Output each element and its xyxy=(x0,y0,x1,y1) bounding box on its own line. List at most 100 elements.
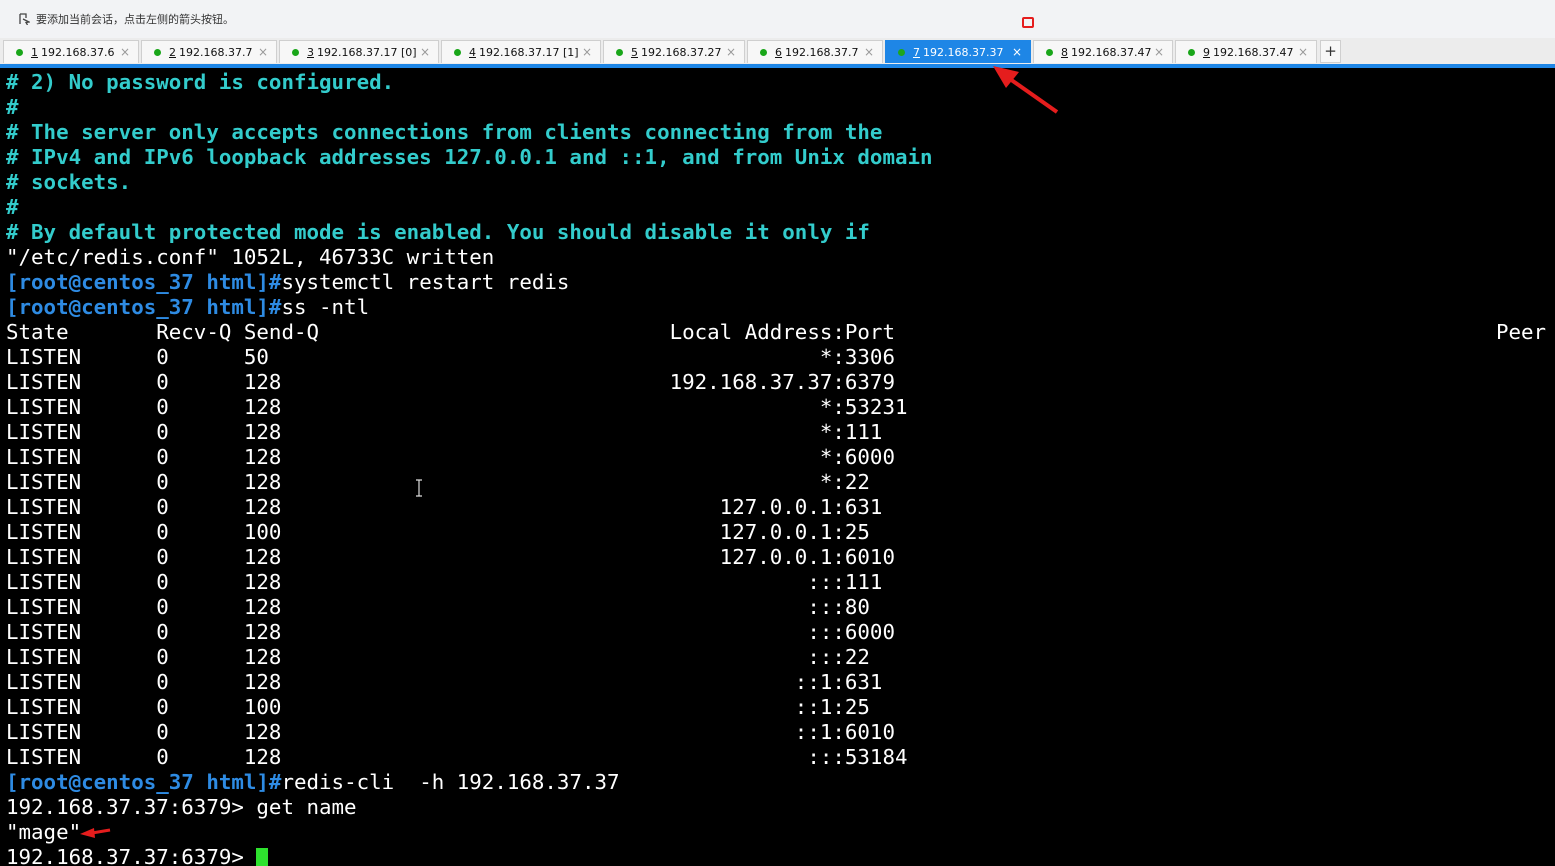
add-session-arrow-icon[interactable] xyxy=(18,13,30,25)
terminal-line: LISTEN 0 128 ::1:6010 xyxy=(6,720,1555,745)
terminal-text: "/etc/redis.conf" 1052L, 46733C written xyxy=(6,245,495,269)
terminal-line: LISTEN 0 128 *:22 xyxy=(6,470,1555,495)
terminal-output[interactable]: # 2) No password is configured. # # The se… xyxy=(6,70,1555,866)
terminal-line: LISTEN 0 100 ::1:25 xyxy=(6,695,1555,720)
terminal-text: LISTEN 0 128 :::22 xyxy=(6,645,870,669)
shell-prompt: [root@centos_37 html]# xyxy=(6,295,282,319)
close-tab-icon[interactable]: × xyxy=(1154,45,1164,59)
tab-host-label: 192.168.37.6 xyxy=(41,45,115,59)
terminal-line: LISTEN 0 128 *:6000 xyxy=(6,445,1555,470)
terminal-line: LISTEN 0 128 ::1:631 xyxy=(6,670,1555,695)
terminal-text: # 2) No password is configured. xyxy=(6,70,395,94)
close-tab-icon[interactable]: × xyxy=(1298,45,1308,59)
terminal-text: LISTEN 0 128 :::53184 xyxy=(6,745,908,769)
close-tab-icon[interactable]: × xyxy=(726,45,736,59)
terminal-text: LISTEN 0 128 :::111 xyxy=(6,570,883,594)
tab-host-label: 192.168.37.17 [0] xyxy=(317,45,417,59)
session-hint: 要添加当前会话，点击左侧的箭头按钮。 xyxy=(18,11,234,27)
connection-status-icon xyxy=(616,48,623,56)
terminal-line: [root@centos_37 html]#redis-cli -h 192.1… xyxy=(6,770,1555,795)
terminal-text: LISTEN 0 128 *:6000 xyxy=(6,445,895,469)
tab-host-label: 192.168.37.27 xyxy=(641,45,722,59)
terminal-line: LISTEN 0 128 :::53184 xyxy=(6,745,1555,770)
shell-command: redis-cli -h 192.168.37.37 xyxy=(281,770,620,794)
terminal-line: # 2) No password is configured. xyxy=(6,70,1555,95)
top-toolbar: 要添加当前会话，点击左侧的箭头按钮。 xyxy=(0,0,1555,39)
session-tab-4[interactable]: 4 192.168.37.17 [1] × xyxy=(441,40,601,63)
connection-status-icon xyxy=(16,48,23,56)
connection-status-icon xyxy=(292,48,299,56)
session-tab-9[interactable]: 9 192.168.37.47 × xyxy=(1175,40,1317,63)
terminal-text: # IPv4 and IPv6 loopback addresses 127.0… xyxy=(6,145,933,169)
terminal-line: "/etc/redis.conf" 1052L, 46733C written xyxy=(6,245,1555,270)
terminal-text: LISTEN 0 128 ::1:6010 xyxy=(6,720,895,744)
terminal-line: State Recv-Q Send-Q Local Address:Port P… xyxy=(6,320,1555,345)
close-tab-icon[interactable]: × xyxy=(120,45,130,59)
annotation-box-marker xyxy=(1022,17,1034,28)
close-tab-icon[interactable]: × xyxy=(582,45,592,59)
terminal-line: LISTEN 0 128 127.0.0.1:6010 xyxy=(6,545,1555,570)
connection-status-icon xyxy=(760,48,767,56)
shell-prompt: [root@centos_37 html]# xyxy=(6,270,282,294)
terminal-line: LISTEN 0 128 *:53231 xyxy=(6,395,1555,420)
tab-host-label: 192.168.37.17 [1] xyxy=(479,45,579,59)
terminal-line: LISTEN 0 128 :::22 xyxy=(6,645,1555,670)
tab-number: 1 xyxy=(31,45,38,59)
terminal-text: # By default protected mode is enabled. … xyxy=(6,220,870,244)
terminal-line: [root@centos_37 html]#systemctl restart … xyxy=(6,270,1555,295)
terminal-line: LISTEN 0 128 :::111 xyxy=(6,570,1555,595)
terminal-line: # sockets. xyxy=(6,170,1555,195)
session-hint-text: 要添加当前会话，点击左侧的箭头按钮。 xyxy=(36,13,234,26)
terminal-text: LISTEN 0 128 127.0.0.1:6010 xyxy=(6,545,895,569)
close-tab-icon[interactable]: × xyxy=(1012,45,1022,59)
terminal-text: LISTEN 0 128 192.168.37.37:6379 xyxy=(6,370,895,394)
terminal-text: # xyxy=(6,195,19,219)
session-tab-2[interactable]: 2 192.168.37.7 × xyxy=(141,40,277,63)
tab-host-label: 192.168.37.7 xyxy=(785,45,859,59)
close-tab-icon[interactable]: × xyxy=(420,45,430,59)
terminal-line: # xyxy=(6,195,1555,220)
session-tab-6[interactable]: 6 192.168.37.7 × xyxy=(747,40,883,63)
session-tab-5[interactable]: 5 192.168.37.27 × xyxy=(603,40,745,63)
shell-command: ss -ntl xyxy=(281,295,370,319)
session-tab-8[interactable]: 8 192.168.37.47 × xyxy=(1033,40,1173,63)
terminal-line: "mage" xyxy=(6,820,1555,845)
terminal-text: # The server only accepts connections fr… xyxy=(6,120,883,144)
terminal-text: LISTEN 0 128 *:53231 xyxy=(6,395,908,419)
terminal-text: "mage" xyxy=(6,820,82,844)
shell-prompt: [root@centos_37 html]# xyxy=(6,770,282,794)
tab-host-label: 192.168.37.47 xyxy=(1071,45,1152,59)
close-tab-icon[interactable]: × xyxy=(258,45,268,59)
connection-status-icon xyxy=(154,48,161,56)
connection-status-icon xyxy=(1188,48,1195,56)
terminal-text: LISTEN 0 50 *:3306 xyxy=(6,345,895,369)
close-tab-icon[interactable]: × xyxy=(864,45,874,59)
terminal-text: # sockets. xyxy=(6,170,132,194)
tab-number: 5 xyxy=(631,45,638,59)
terminal-text: 192.168.37.37:6379> get name xyxy=(6,795,357,819)
terminal-line: 192.168.37.37:6379> get name xyxy=(6,795,1555,820)
terminal-line: LISTEN 0 128 :::80 xyxy=(6,595,1555,620)
terminal-text: LISTEN 0 128 :::6000 xyxy=(6,620,895,644)
add-tab-button[interactable]: + xyxy=(1320,40,1341,63)
tab-number: 7 xyxy=(913,45,920,59)
terminal-cursor xyxy=(256,848,269,866)
terminal-line: # xyxy=(6,95,1555,120)
terminal-text: LISTEN 0 100 127.0.0.1:25 xyxy=(6,520,870,544)
terminal-line: LISTEN 0 100 127.0.0.1:25 xyxy=(6,520,1555,545)
tab-number: 3 xyxy=(307,45,314,59)
session-tab-1[interactable]: 1 192.168.37.6 × xyxy=(3,40,139,63)
tab-host-label: 192.168.37.47 xyxy=(1213,45,1294,59)
connection-status-icon xyxy=(898,48,905,56)
terminal-text: LISTEN 0 128 127.0.0.1:631 xyxy=(6,495,883,519)
terminal-line: LISTEN 0 128 192.168.37.37:6379 xyxy=(6,370,1555,395)
terminal-text: LISTEN 0 128 *:22 xyxy=(6,470,870,494)
tab-host-label: 192.168.37.7 xyxy=(179,45,253,59)
tab-number: 6 xyxy=(775,45,782,59)
terminal-line: LISTEN 0 128 127.0.0.1:631 xyxy=(6,495,1555,520)
text-ibeam-cursor-icon xyxy=(416,479,422,497)
session-tab-3[interactable]: 3 192.168.37.17 [0] × xyxy=(279,40,439,63)
terminal-line: 192.168.37.37:6379> xyxy=(6,845,1555,866)
terminal-text: State Recv-Q Send-Q Local Address:Port P… xyxy=(6,320,1555,344)
session-tab-7[interactable]: 7 192.168.37.37 × xyxy=(885,40,1031,63)
